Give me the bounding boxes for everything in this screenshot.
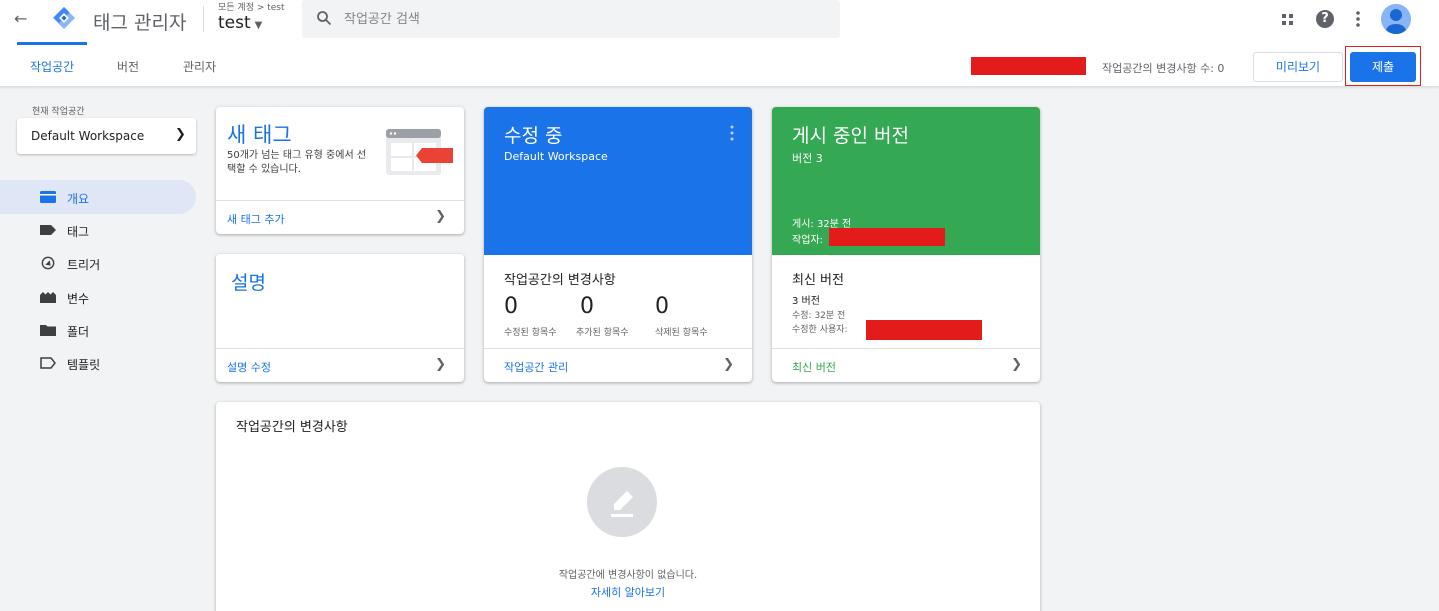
editing-workspace-card: 수정 중 Default Workspace 작업공간의 변경사항 0 0 0 … (484, 107, 752, 382)
tag-icon (40, 225, 56, 235)
sidebar-item-label: 태그 (67, 225, 90, 239)
help-icon[interactable]: ? (1316, 10, 1334, 28)
latest-version-number: 3 버전 (792, 296, 820, 307)
new-tag-card: 새 태그 50개가 넘는 태그 유형 중에서 선택할 수 있습니다. 새 태그 … (216, 107, 464, 234)
breadcrumb[interactable]: 모든 계정 > test (218, 0, 285, 13)
chevron-right-icon: ❯ (175, 127, 186, 142)
sidebar-item-label: 트리거 (67, 258, 101, 272)
sidebar-item-folders[interactable]: 폴더 (0, 313, 196, 347)
redacted-region (971, 57, 1086, 75)
manage-workspaces-link[interactable]: 작업공간 관리 ❯ (484, 348, 752, 382)
app-title: 태그 관리자 (93, 12, 187, 34)
sidebar-item-variables[interactable]: 변수 (0, 280, 196, 314)
caret-down-icon: ▼ (254, 20, 263, 31)
sidebar-item-tags[interactable]: 태그 (0, 213, 196, 247)
sidebar-item-label: 템플릿 (67, 358, 101, 372)
chevron-right-icon: ❯ (435, 209, 446, 224)
author-label: 작업자: (792, 235, 823, 246)
footer-label: 설명 수정 (227, 361, 271, 374)
workspace-changes-count: 작업공간의 변경사항 수: 0 (1102, 62, 1225, 75)
workspace-changes-card: 작업공간의 변경사항 작업공간에 변경사항이 없습니다. 자세히 알아보기 (216, 402, 1040, 611)
edit-pencil-icon (587, 467, 657, 537)
redacted-author (829, 228, 945, 246)
folder-icon (40, 325, 56, 336)
workspace-changes-title: 작업공간의 변경사항 (236, 420, 348, 435)
container-name: test (218, 13, 251, 33)
chevron-right-icon: ❯ (1011, 357, 1022, 372)
added-label: 추가된 항목수 (576, 328, 629, 338)
latest-version-heading: 최신 버전 (792, 273, 844, 288)
trigger-icon (41, 256, 55, 270)
live-version-number: 버전 3 (792, 152, 823, 165)
edit-description-link[interactable]: 설명 수정 ❯ (216, 348, 464, 382)
add-new-tag-link[interactable]: 새 태그 추가 ❯ (216, 200, 464, 234)
new-tag-description: 50개가 넘는 태그 유형 중에서 선택할 수 있습니다. (227, 150, 367, 175)
search-bar[interactable] (302, 0, 840, 38)
editing-title: 수정 중 (504, 125, 563, 147)
sidebar-item-label: 변수 (67, 292, 90, 306)
overview-icon (40, 191, 56, 203)
workspace-selector[interactable]: Default Workspace ❯ (17, 118, 196, 154)
modified-count: 0 (504, 294, 518, 319)
empty-state-text: 작업공간에 변경사항이 없습니다. (558, 570, 698, 581)
sidebar-item-templates[interactable]: 템플릿 (0, 346, 196, 380)
added-count: 0 (580, 294, 594, 319)
account-avatar[interactable] (1381, 4, 1411, 34)
deleted-label: 삭제된 항목수 (655, 328, 708, 338)
current-workspace-label: 현재 작업공간 (32, 107, 85, 117)
footer-label: 새 태그 추가 (227, 213, 285, 226)
latest-version-link[interactable]: 최신 버전 ❯ (772, 348, 1040, 382)
container-selector[interactable]: test ▼ (218, 13, 262, 33)
workspace-name: Default Workspace (31, 129, 145, 143)
preview-button[interactable]: 미리보기 (1253, 52, 1343, 82)
editing-workspace-name: Default Workspace (504, 150, 608, 163)
chevron-right-icon: ❯ (435, 357, 446, 372)
template-icon (40, 357, 56, 369)
divider (203, 6, 204, 32)
workspace-changes-heading: 작업공간의 변경사항 (504, 273, 616, 288)
sidebar-item-triggers[interactable]: 트리거 (0, 246, 196, 280)
more-vert-icon[interactable] (1355, 10, 1361, 28)
sidebar-item-label: 폴더 (67, 325, 90, 339)
footer-label: 최신 버전 (792, 361, 836, 374)
top-app-bar: ← 태그 관리자 모든 계정 > test test▼ ? (0, 0, 1439, 40)
description-title: 설명 (231, 272, 266, 294)
modified-label: 수정된 항목수 (504, 328, 557, 338)
footer-label: 작업공간 관리 (504, 361, 569, 374)
deleted-count: 0 (655, 294, 669, 319)
live-version-title: 게시 중인 버전 (792, 125, 909, 147)
latest-modified-time: 수정: 32분 전 (792, 311, 846, 321)
search-icon (317, 11, 332, 26)
tab-workspace[interactable]: 작업공간 (30, 58, 74, 75)
sidebar-item-label: 개요 (67, 192, 90, 206)
learn-more-link[interactable]: 자세히 알아보기 (216, 584, 1040, 600)
variable-icon (40, 292, 56, 303)
apps-icon[interactable] (1281, 13, 1295, 27)
live-version-header: 게시 중인 버전 버전 3 게시: 32분 전 작업자: (772, 107, 1040, 255)
editing-header: 수정 중 Default Workspace (484, 107, 752, 255)
description-card: 설명 설명 수정 ❯ (216, 254, 464, 382)
more-vert-icon[interactable] (730, 125, 734, 141)
new-tag-illustration-icon (386, 129, 453, 175)
search-input[interactable] (344, 8, 824, 30)
chevron-right-icon: ❯ (723, 357, 734, 372)
submit-button[interactable]: 제출 (1350, 52, 1416, 82)
arrow-back-icon[interactable]: ← (14, 10, 32, 28)
latest-modified-by: 수정한 사용자: (792, 325, 848, 335)
tab-versions[interactable]: 버전 (117, 58, 139, 75)
active-tab-indicator (17, 42, 87, 45)
tag-manager-logo[interactable] (52, 6, 76, 30)
redacted-modifier (866, 320, 982, 340)
tab-admin[interactable]: 관리자 (183, 58, 216, 75)
live-version-card: 게시 중인 버전 버전 3 게시: 32분 전 작업자: 최신 버전 3 버전 … (772, 107, 1040, 382)
sidebar-item-overview[interactable]: 개요 (0, 180, 196, 214)
new-tag-title[interactable]: 새 태그 (227, 119, 292, 149)
